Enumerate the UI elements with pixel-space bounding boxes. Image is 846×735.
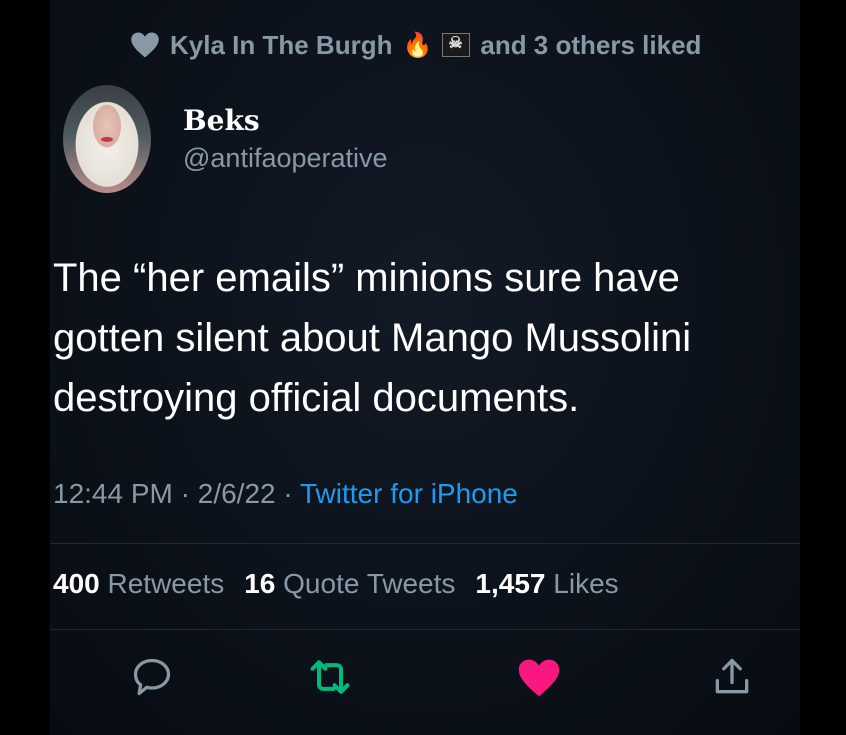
pirate-flag-icon xyxy=(442,33,471,57)
divider xyxy=(50,543,800,544)
fire-emoji: 🔥 xyxy=(402,31,433,59)
author-handle[interactable]: @antifaoperative xyxy=(183,143,388,174)
liked-by-name[interactable]: Kyla In The Burgh xyxy=(170,30,392,61)
meta-separator: · xyxy=(180,478,190,509)
like-heart-icon[interactable] xyxy=(517,657,561,699)
tweet-stats: 400 Retweets 16 Quote Tweets 1,457 Likes xyxy=(53,568,619,600)
quotes-count: 16 xyxy=(244,568,276,599)
likes-stat[interactable]: 1,457 Likes xyxy=(475,568,618,600)
quotes-stat[interactable]: 16 Quote Tweets xyxy=(244,568,455,600)
liked-suffix: and 3 others liked xyxy=(480,29,702,60)
meta-separator: · xyxy=(283,478,293,509)
retweets-label: Retweets xyxy=(107,568,225,599)
share-icon[interactable] xyxy=(710,655,754,699)
tweet-line: The “her emails” minions sure have xyxy=(53,256,680,300)
divider xyxy=(50,629,800,630)
avatar[interactable] xyxy=(63,85,151,193)
reply-icon[interactable] xyxy=(130,655,174,699)
retweets-count: 400 xyxy=(53,568,100,599)
likes-label: Likes xyxy=(553,568,619,599)
retweet-icon[interactable] xyxy=(308,655,352,699)
author-name[interactable]: Beks xyxy=(183,104,260,137)
tweet-line: gotten silent about Mango Mussolini xyxy=(53,316,692,360)
social-context[interactable]: Kyla In The Burgh 🔥 and 3 others liked xyxy=(130,28,701,62)
tweet-line: destroying official documents. xyxy=(53,376,580,420)
tweet-source[interactable]: Twitter for iPhone xyxy=(300,478,518,509)
tweet-time[interactable]: 12:44 PM xyxy=(53,478,173,509)
tweet-date[interactable]: 2/6/22 xyxy=(198,478,276,509)
retweets-stat[interactable]: 400 Retweets xyxy=(53,568,224,600)
tweet-text: The “her emails” minions sure have gotte… xyxy=(53,248,813,428)
heart-icon xyxy=(131,32,159,58)
tweet-meta: 12:44 PM · 2/6/22 · Twitter for iPhone xyxy=(53,478,518,510)
quotes-label: Quote Tweets xyxy=(283,568,456,599)
likes-count: 1,457 xyxy=(475,568,546,599)
